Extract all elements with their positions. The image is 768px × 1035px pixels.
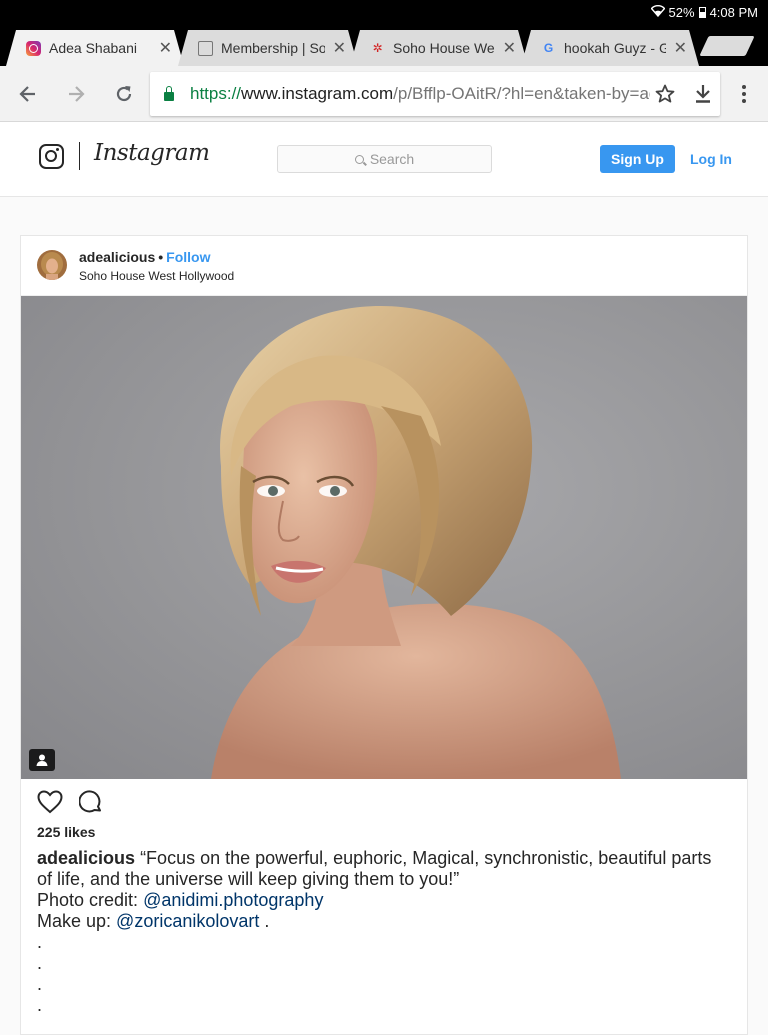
makeup-mention[interactable]: @zoricanikolovart — [116, 911, 259, 931]
photo-credit-mention[interactable]: @anidimi.photography — [143, 890, 323, 910]
battery-percent: 52% — [668, 4, 695, 20]
caption-username[interactable]: adealicious — [37, 848, 135, 868]
post-caption: adealicious “Focus on the powerful, euph… — [37, 848, 727, 1016]
instagram-wordmark[interactable]: Instagram — [94, 140, 210, 166]
post-photo[interactable] — [21, 296, 747, 779]
credit-label: Photo credit: — [37, 890, 144, 910]
close-icon[interactable]: ✕ — [674, 38, 687, 58]
close-icon[interactable]: ✕ — [503, 38, 516, 58]
tab-strip: Adea Shabani ✕ Membership | So ✕ ✲ Soho … — [0, 24, 768, 66]
url-host: www.instagram.com — [241, 84, 394, 103]
battery-icon — [698, 6, 706, 18]
post-location[interactable]: Soho House West Hollywood — [79, 269, 234, 283]
kebab-menu-icon — [742, 85, 746, 103]
caption-dot-line: . — [37, 974, 43, 994]
new-tab-button[interactable] — [699, 36, 755, 56]
post-card: adealicious • Follow Soho House West Holly… — [20, 235, 748, 1035]
more-menu-button[interactable] — [728, 78, 760, 110]
tab-membership[interactable]: Membership | So ✕ — [178, 30, 358, 66]
search-placeholder: Search — [369, 151, 415, 167]
wifi-icon — [650, 4, 665, 20]
post-header: adealicious • Follow Soho House West Holly… — [21, 236, 747, 296]
yelp-icon: ✲ — [372, 41, 383, 55]
logo-divider — [79, 142, 80, 170]
address-bar[interactable]: https:// www.instagram.com /p/Bfflp-OAit… — [150, 72, 720, 116]
tab-title: Soho House Wes — [393, 40, 495, 56]
url-scheme: https:// — [190, 84, 242, 103]
forward-button[interactable] — [60, 78, 92, 110]
tab-soho-house[interactable]: ✲ Soho House Wes ✕ — [350, 30, 528, 66]
post-username[interactable]: adealicious — [79, 249, 155, 265]
post-actions — [37, 789, 103, 819]
back-arrow-icon — [19, 86, 35, 102]
bookmark-star-icon[interactable] — [650, 72, 680, 116]
search-input[interactable]: Search — [277, 145, 492, 173]
instagram-camera-icon[interactable] — [39, 144, 64, 169]
avatar[interactable] — [37, 250, 67, 280]
caption-text: “Focus on the powerful, euphoric, Magica… — [37, 848, 712, 889]
instagram-icon — [26, 40, 41, 56]
comment-icon[interactable] — [78, 789, 103, 819]
lock-icon — [164, 86, 174, 101]
browser-toolbar: https:// www.instagram.com /p/Bfflp-OAit… — [0, 66, 768, 122]
like-count[interactable]: 225 likes — [37, 824, 95, 840]
caption-dot-line: . — [37, 995, 43, 1015]
status-bar: 52% 4:08 PM — [0, 0, 768, 24]
follow-button[interactable]: Follow — [166, 249, 210, 265]
forward-arrow-icon — [69, 86, 85, 102]
sign-up-button[interactable]: Sign Up — [600, 145, 675, 173]
reload-button[interactable] — [108, 78, 140, 110]
tab-google[interactable]: G hookah Guyz - Go ✕ — [521, 30, 699, 66]
caption-dot-line: . — [37, 932, 43, 952]
tab-instagram[interactable]: Adea Shabani ✕ — [6, 30, 184, 66]
instagram-header: Instagram Search Sign Up Log In — [0, 122, 768, 197]
separator-dot: • — [158, 249, 164, 265]
makeup-suffix: . — [259, 911, 270, 931]
search-icon — [354, 154, 364, 164]
tagged-people-icon[interactable] — [29, 749, 55, 771]
google-icon: G — [543, 41, 554, 55]
heart-icon[interactable] — [37, 789, 63, 819]
portrait-illustration — [211, 306, 621, 779]
back-button[interactable] — [12, 78, 44, 110]
tab-title: Membership | So — [221, 40, 325, 56]
tab-title: Adea Shabani — [49, 40, 137, 56]
close-icon[interactable]: ✕ — [159, 38, 172, 58]
makeup-label: Make up: — [37, 911, 117, 931]
log-in-link[interactable]: Log In — [690, 151, 732, 167]
url-path: /p/Bfflp-OAitR/?hl=en&taken-by=ade — [393, 84, 668, 103]
close-icon[interactable]: ✕ — [333, 38, 346, 58]
caption-dot-line: . — [37, 953, 43, 973]
clock: 4:08 PM — [709, 4, 758, 20]
reload-icon — [116, 86, 132, 102]
tab-title: hookah Guyz - Go — [564, 40, 666, 56]
download-icon[interactable] — [688, 72, 718, 116]
mail-icon — [198, 40, 213, 56]
